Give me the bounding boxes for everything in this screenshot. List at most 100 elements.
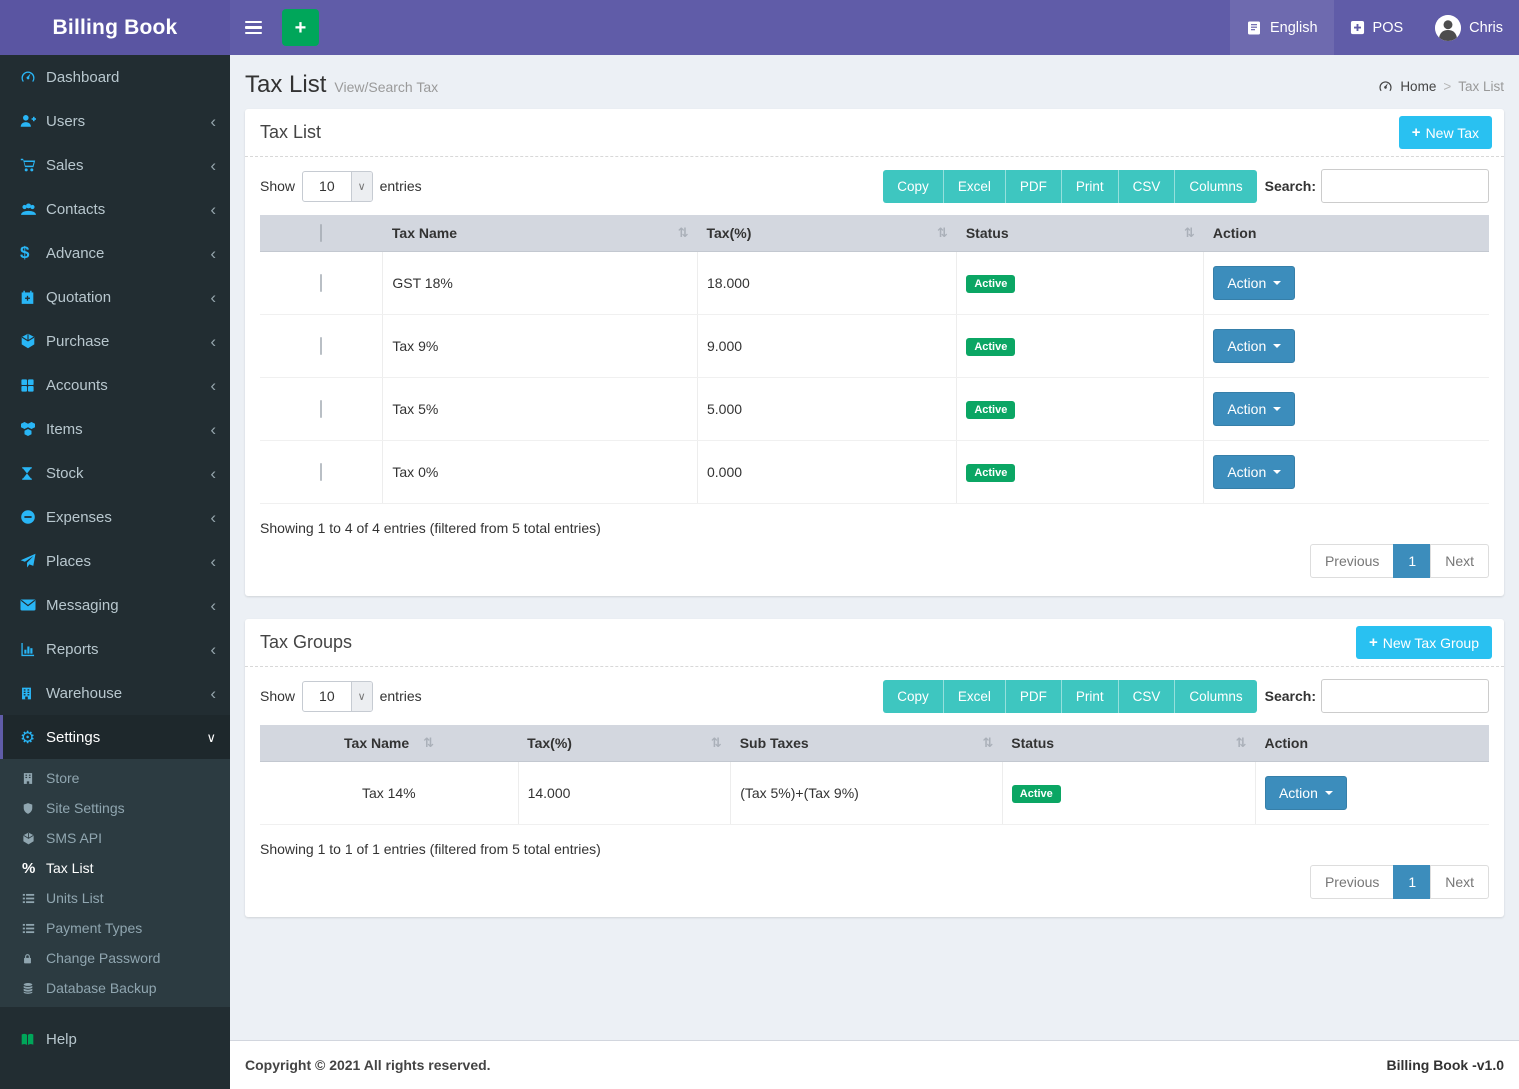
sidebar-item-dashboard[interactable]: Dashboard (0, 55, 230, 99)
sidebar-item-advance[interactable]: $ Advance ‹ (0, 231, 230, 275)
chevron-left-icon: ‹ (210, 333, 216, 350)
cubes-icon (20, 421, 46, 437)
select-all-header[interactable] (260, 215, 383, 252)
pagination: Previous 1 Next (260, 865, 1489, 899)
csv-button[interactable]: CSV (1119, 680, 1176, 713)
excel-button[interactable]: Excel (944, 170, 1006, 203)
sidebar-item-warehouse[interactable]: Warehouse ‹ (0, 671, 230, 715)
navbar: + English POS Chris (230, 0, 1519, 55)
page-number-button[interactable]: 1 (1393, 544, 1431, 578)
new-tax-button[interactable]: + New Tax (1399, 116, 1492, 149)
column-header-sub-taxes[interactable]: Sub Taxes⇅ (731, 725, 1003, 762)
csv-button[interactable]: CSV (1119, 170, 1176, 203)
sidebar-item-units-list[interactable]: Units List (0, 883, 230, 913)
tax-groups-table: Tax Name⇅ Tax(%)⇅ Sub Taxes⇅ Status⇅ Act… (260, 725, 1489, 825)
search-input[interactable] (1321, 169, 1489, 203)
page-size-select[interactable]: 10 ∨ (302, 681, 373, 712)
action-dropdown-button[interactable]: Action (1213, 266, 1295, 300)
row-checkbox[interactable] (320, 337, 322, 355)
sidebar-item-tax-list[interactable]: % Tax List (0, 853, 230, 883)
pdf-button[interactable]: PDF (1006, 680, 1062, 713)
sort-icon: ⇅ (931, 226, 948, 241)
sidebar-item-users[interactable]: Users ‹ (0, 99, 230, 143)
breadcrumb-separator: > (1443, 79, 1451, 94)
sidebar-item-places[interactable]: Places ‹ (0, 539, 230, 583)
action-dropdown-button[interactable]: Action (1213, 392, 1295, 426)
page-number-button[interactable]: 1 (1393, 865, 1431, 899)
print-button[interactable]: Print (1062, 170, 1119, 203)
pos-button[interactable]: POS (1334, 0, 1420, 55)
previous-page-button[interactable]: Previous (1310, 865, 1394, 899)
column-header-tax-percent[interactable]: Tax(%)⇅ (698, 215, 957, 252)
export-button-group: Copy Excel PDF Print CSV Columns (883, 680, 1256, 713)
sidebar-item-contacts[interactable]: Contacts ‹ (0, 187, 230, 231)
column-header-status[interactable]: Status⇅ (957, 215, 1204, 252)
app-logo[interactable]: Billing Book (0, 0, 230, 55)
sidebar-item-payment-types[interactable]: Payment Types (0, 913, 230, 943)
sidebar-item-expenses[interactable]: Expenses ‹ (0, 495, 230, 539)
status-badge: Active (966, 275, 1015, 293)
copy-button[interactable]: Copy (883, 680, 944, 713)
tax-percent-cell: 14.000 (518, 762, 731, 825)
sidebar-item-store[interactable]: Store (0, 763, 230, 793)
column-header-tax-name[interactable]: Tax Name⇅ (260, 725, 518, 762)
sidebar-item-label: Warehouse (46, 685, 122, 702)
pdf-button[interactable]: PDF (1006, 170, 1062, 203)
sidebar-item-quotation[interactable]: Quotation ‹ (0, 275, 230, 319)
sidebar-toggle-icon[interactable] (230, 0, 276, 55)
copy-button[interactable]: Copy (883, 170, 944, 203)
sidebar-item-accounts[interactable]: Accounts ‹ (0, 363, 230, 407)
page-title: Tax List (245, 71, 326, 99)
sidebar-item-sms-api[interactable]: SMS API (0, 823, 230, 853)
sidebar-item-label: Stock (46, 465, 84, 482)
search-input[interactable] (1321, 679, 1489, 713)
breadcrumb: Home > Tax List (1378, 79, 1504, 94)
tax-percent-cell: 0.000 (698, 441, 957, 504)
sidebar-item-change-password[interactable]: Change Password (0, 943, 230, 973)
store-icon (22, 772, 46, 785)
language-menu[interactable]: English (1230, 0, 1334, 55)
row-checkbox[interactable] (320, 463, 322, 481)
caret-down-icon (1325, 791, 1333, 795)
new-tax-group-button[interactable]: + New Tax Group (1356, 626, 1492, 659)
columns-button[interactable]: Columns (1175, 170, 1256, 203)
action-dropdown-button[interactable]: Action (1213, 455, 1295, 489)
sidebar-item-site-settings[interactable]: Site Settings (0, 793, 230, 823)
action-dropdown-button[interactable]: Action (1213, 329, 1295, 363)
sidebar-item-label: Sales (46, 157, 84, 174)
column-header-status[interactable]: Status⇅ (1002, 725, 1255, 762)
next-page-button[interactable]: Next (1430, 544, 1489, 578)
user-menu[interactable]: Chris (1419, 0, 1519, 55)
chevron-left-icon: ‹ (210, 685, 216, 702)
excel-button[interactable]: Excel (944, 680, 1006, 713)
sidebar-item-reports[interactable]: Reports ‹ (0, 627, 230, 671)
sidebar-item-items[interactable]: Items ‹ (0, 407, 230, 451)
sidebar-item-stock[interactable]: Stock ‹ (0, 451, 230, 495)
tax-groups-panel: Tax Groups + New Tax Group Show 10 ∨ (245, 619, 1504, 917)
column-header-tax-percent[interactable]: Tax(%)⇅ (518, 725, 731, 762)
page-size-select[interactable]: 10 ∨ (302, 171, 373, 202)
sidebar-item-messaging[interactable]: Messaging ‹ (0, 583, 230, 627)
row-checkbox[interactable] (320, 274, 322, 292)
sidebar-item-database-backup[interactable]: Database Backup (0, 973, 230, 1003)
next-page-button[interactable]: Next (1430, 865, 1489, 899)
tax-name-cell: Tax 5% (383, 378, 698, 441)
sidebar-item-settings[interactable]: ⚙ Settings ∨ (0, 715, 230, 759)
breadcrumb-home-link[interactable]: Home (1400, 79, 1436, 94)
sidebar-item-sales[interactable]: Sales ‹ (0, 143, 230, 187)
row-checkbox[interactable] (320, 400, 322, 418)
previous-page-button[interactable]: Previous (1310, 544, 1394, 578)
status-badge: Active (966, 464, 1015, 482)
sidebar-item-label: Items (46, 421, 83, 438)
sidebar-item-help[interactable]: Help (0, 1017, 230, 1061)
sidebar-item-purchase[interactable]: Purchase ‹ (0, 319, 230, 363)
top-navbar: Billing Book + English POS (0, 0, 1519, 55)
print-button[interactable]: Print (1062, 680, 1119, 713)
column-header-tax-name[interactable]: Tax Name⇅ (383, 215, 698, 252)
tax-name-cell: Tax 14% (260, 762, 518, 825)
quick-add-button[interactable]: + (282, 9, 319, 46)
minus-circle-icon (20, 509, 46, 525)
action-dropdown-button[interactable]: Action (1265, 776, 1347, 810)
columns-button[interactable]: Columns (1175, 680, 1256, 713)
select-all-checkbox[interactable] (320, 224, 322, 242)
